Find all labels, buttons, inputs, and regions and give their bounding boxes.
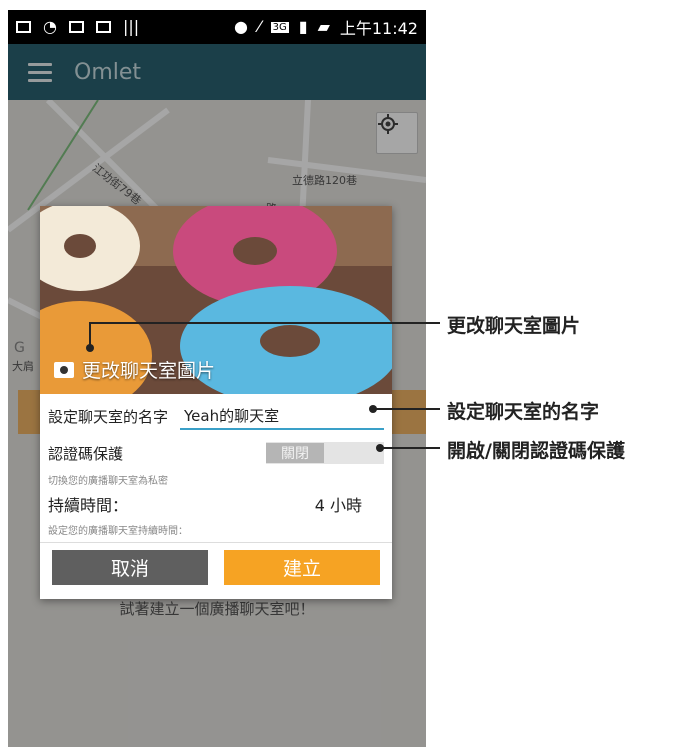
no-sim-icon: ⁄ <box>257 17 261 36</box>
chat-name-label: 設定聊天室的名字 <box>48 407 169 426</box>
duration-value[interactable]: 4 小時 <box>315 492 362 516</box>
clock: 上午11:42 <box>339 19 418 38</box>
bag-icon <box>95 21 111 33</box>
dialog-divider <box>40 542 392 543</box>
phone-screen: ◔ ||| ● ⁄ 3G ▮ ▰ 上午11:42 Omlet 立德路120巷 江… <box>8 10 426 747</box>
password-row: 認證碼保護 關閉 <box>48 442 384 464</box>
cancel-button[interactable]: 取消 <box>52 550 208 585</box>
password-toggle[interactable]: 關閉 <box>266 442 384 464</box>
network-type-icon: 3G <box>270 21 289 33</box>
change-picture-button[interactable]: 更改聊天室圖片 <box>54 356 215 383</box>
chat-name-input[interactable] <box>180 402 384 430</box>
callout-toggle-password: 開啟/關閉認證碼保護 <box>447 440 625 462</box>
chat-picture[interactable]: 更改聊天室圖片 <box>40 206 392 394</box>
password-hint: 切換您的廣播聊天室為私密 <box>48 476 168 487</box>
status-bar: ◔ ||| ● ⁄ 3G ▮ ▰ 上午11:42 <box>8 10 426 44</box>
battery-charging-icon: ▰ <box>317 17 330 36</box>
duration-hint: 設定您的廣播聊天室持續時間： <box>48 526 188 537</box>
create-button[interactable]: 建立 <box>224 550 380 585</box>
chat-name-row: 設定聊天室的名字 <box>48 401 384 431</box>
duration-row[interactable]: 持續時間： 4 小時 <box>48 492 384 516</box>
wifi-icon: ◔ <box>43 17 57 36</box>
sd-card-icon <box>68 21 84 33</box>
camera-icon <box>54 361 74 378</box>
password-toggle-state: 關閉 <box>266 443 324 463</box>
location-icon: ● <box>233 17 248 36</box>
callout-change-picture: 更改聊天室圖片 <box>447 315 581 337</box>
create-chat-dialog: 更改聊天室圖片 設定聊天室的名字 認證碼保護 關閉 切換您的廣播聊天室為私密 持… <box>40 206 392 599</box>
signal-icon: ▮ <box>298 17 308 36</box>
duration-label: 持續時間： <box>48 496 129 515</box>
password-label: 認證碼保護 <box>48 444 124 463</box>
change-picture-label: 更改聊天室圖片 <box>82 360 216 382</box>
barcode-icon: ||| <box>122 17 140 36</box>
callout-set-name: 設定聊天室的名字 <box>447 401 600 423</box>
photo-notification-icon <box>16 21 31 33</box>
